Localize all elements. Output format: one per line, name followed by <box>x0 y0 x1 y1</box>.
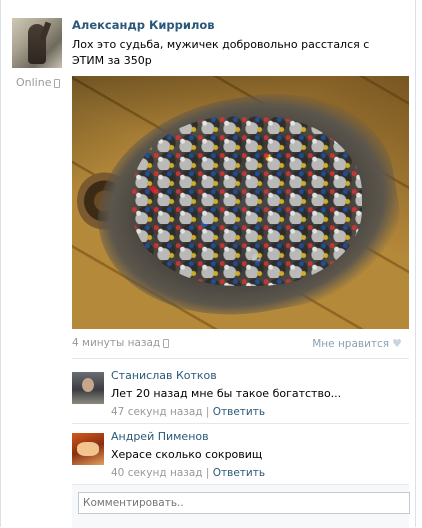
comment-item: Андрей Пименов Херасе сколько сокровищ 4… <box>72 419 409 479</box>
like-label: Мне нравится <box>312 338 390 350</box>
comment-input[interactable] <box>78 492 410 514</box>
reply-link[interactable]: Ответить <box>213 406 265 418</box>
comment-text: Лет 20 назад мне бы такое богатство... <box>111 387 342 400</box>
comment-time[interactable]: 40 секунд назад <box>111 467 203 479</box>
comment-form <box>72 484 410 528</box>
comment-item: Станислав Котков Лет 20 назад мне бы так… <box>72 358 409 418</box>
post-text: Лох это судьба, мужичек добровольно расс… <box>72 38 370 67</box>
commenter-avatar[interactable] <box>72 372 104 404</box>
comment-time[interactable]: 47 секунд назад <box>111 406 203 418</box>
post-author-name[interactable]: Александр Киррилов <box>72 18 215 32</box>
page-left-border <box>0 0 1 527</box>
comment-meta: 47 секунд назад | Ответить <box>111 406 265 418</box>
comment-meta: 40 секунд назад | Ответить <box>111 467 265 479</box>
commenter-name[interactable]: Андрей Пименов <box>111 430 209 443</box>
page-right-border <box>415 0 416 527</box>
online-status-label: Online <box>16 76 52 89</box>
reply-link[interactable]: Ответить <box>213 467 265 479</box>
post-timestamp[interactable]: 4 минуты назад <box>72 337 170 349</box>
commenter-name[interactable]: Станислав Котков <box>111 369 217 382</box>
photo-lego-detail <box>132 116 362 286</box>
commenter-avatar[interactable] <box>72 433 104 465</box>
mobile-phone-icon <box>163 338 170 348</box>
mobile-phone-icon <box>54 78 61 88</box>
comment-text: Херасе сколько сокровищ <box>111 448 263 461</box>
heart-icon: ♥ <box>392 337 402 350</box>
author-avatar[interactable] <box>12 18 62 68</box>
post-time-label: 4 минуты назад <box>72 337 161 349</box>
like-button[interactable]: Мне нравится ♥ <box>312 337 402 350</box>
post-photo[interactable] <box>72 76 409 329</box>
comment-meta-separator: | <box>205 406 210 418</box>
comment-meta-separator: | <box>205 467 210 479</box>
online-status: Online <box>16 76 61 89</box>
